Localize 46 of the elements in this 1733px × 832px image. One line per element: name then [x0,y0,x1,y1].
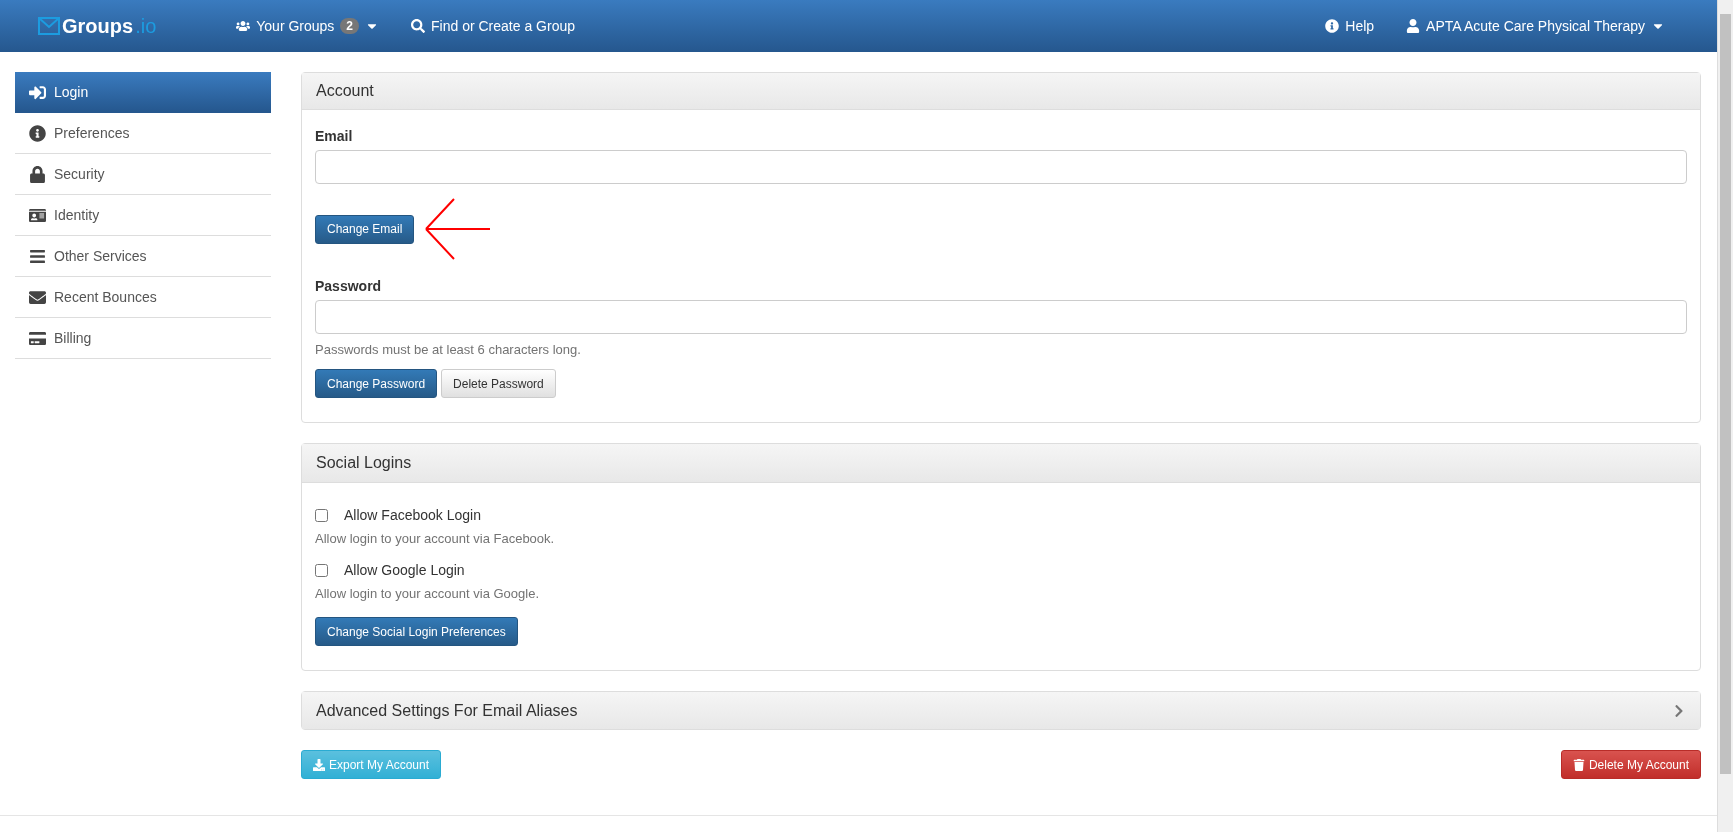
envelope-logo-icon [38,17,60,35]
delete-account-button[interactable]: Delete My Account [1560,750,1701,779]
help-icon [1325,19,1340,33]
search-icon [411,19,426,33]
sidebar-item[interactable]: Login [15,72,271,113]
trash-icon [1572,758,1585,771]
arrow-annotation [424,196,491,262]
download-icon [313,758,325,771]
scrollbar[interactable] [1717,0,1733,832]
help-text: Passwords must be at least 6 characters long. [315,342,582,357]
password-button[interactable]: Change Password [315,369,438,398]
email-input[interactable] [315,150,1687,184]
nav-link[interactable]: Help [1325,18,1375,34]
panel-title: Advanced Settings For Email Aliases [316,701,578,720]
checkbox-label: Allow Google Login [344,562,465,578]
help-text: Allow login to your account via Google. [315,586,540,601]
nav-link-label: Your Groups [256,18,335,34]
id-card-icon [29,206,46,224]
checkbox[interactable] [315,563,328,577]
change-email-button[interactable]: Change Email [315,214,415,244]
credit-card-icon [29,329,46,347]
checkbox[interactable] [315,508,328,522]
users-icon [236,19,251,33]
envelope-icon [29,288,46,306]
field-label: Email [315,128,354,144]
password-button[interactable]: Delete Password [441,369,556,398]
password-input[interactable] [315,300,1687,334]
checkbox-label: Allow Facebook Login [344,507,481,523]
brand-suffix: .io [135,14,157,38]
panel-title: Account [316,82,374,100]
menu-icon [29,247,46,265]
nav-link-label: APTA Acute Care Physical Therapy [1426,18,1645,34]
change-social-login-button[interactable]: Change Social Login Preferences [315,617,518,646]
count-badge: 2 [340,18,360,34]
lock-icon [29,165,46,183]
info-icon [29,124,46,142]
collapsible-panel[interactable]: Advanced Settings For Email Aliases [301,691,1701,730]
field-label: Password [315,278,383,294]
nav-link[interactable]: APTA Acute Care Physical Therapy [1406,18,1665,34]
user-icon [1406,19,1421,33]
help-text: Allow login to your account via Facebook. [315,531,556,546]
panel-title: Social Logins [316,454,412,472]
nav-link-label: Help [1345,18,1375,34]
sign-in-icon [29,83,46,101]
brand-name: Groups [62,14,134,38]
nav-link[interactable]: Your Groups 2 [236,18,380,34]
